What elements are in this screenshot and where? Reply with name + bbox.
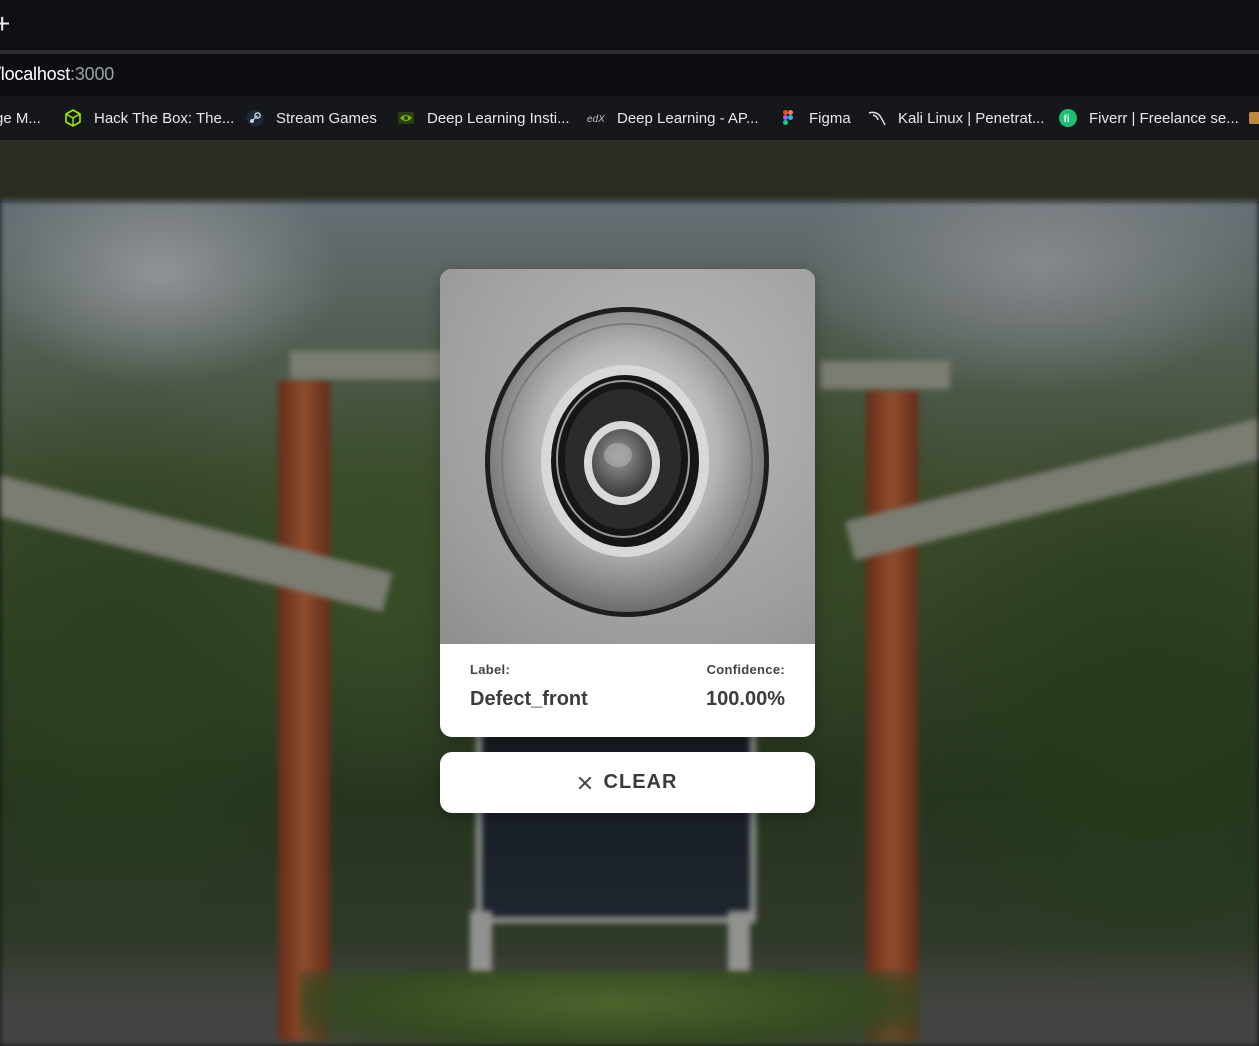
bookmark-fiverr[interactable]: fi Fiverr | Freelance se...: [1059, 96, 1239, 140]
svg-text:fi: fi: [1064, 114, 1070, 125]
clear-button-label: CLEAR: [603, 771, 678, 793]
bookmarks-bar: ge M... Hack The Box: The... Stream Game…: [0, 96, 1259, 140]
bookmark-kali[interactable]: Kali Linux | Penetrat...: [868, 96, 1044, 140]
bookmark-label: Kali Linux | Penetrat...: [898, 109, 1045, 127]
bookmark-steam[interactable]: Stream Games: [246, 96, 377, 140]
svg-text:edX: edX: [587, 114, 605, 125]
app-header-bar: [0, 140, 1259, 201]
confidence-value: 100.00%: [706, 688, 785, 710]
address-bar[interactable]: /localhost:3000: [0, 54, 1259, 96]
label-value: Defect_front: [470, 688, 588, 710]
bookmark-label: Stream Games: [276, 109, 377, 127]
fiverr-icon: fi: [1059, 109, 1077, 127]
label-title: Label:: [470, 662, 511, 677]
new-tab-plus-icon[interactable]: +: [0, 10, 12, 38]
close-icon: [578, 776, 592, 790]
url-host: /localhost: [0, 64, 71, 84]
nvidia-icon: [397, 109, 415, 127]
hackthebox-cube-icon: [64, 109, 82, 127]
bookmark-label: Figma: [809, 109, 851, 127]
bookmark-edx[interactable]: edX Deep Learning - AP...: [587, 96, 759, 140]
edx-icon: edX: [587, 109, 605, 127]
bookmark-icon: [1248, 109, 1259, 127]
bookmark-label: ge M...: [0, 109, 41, 127]
uploaded-image-preview: [440, 269, 815, 644]
bookmark-label: Deep Learning Insti...: [427, 109, 570, 127]
browser-tab-strip: +: [0, 0, 1259, 50]
bookmark-hackthebox[interactable]: Hack The Box: The...: [64, 96, 234, 140]
bookmark-figma[interactable]: Figma: [779, 96, 851, 140]
url-port: :3000: [70, 64, 115, 84]
bookmark-overflow[interactable]: [1248, 96, 1259, 140]
bookmark-nvidia[interactable]: Deep Learning Insti...: [397, 96, 570, 140]
bookmark-label: Deep Learning - AP...: [617, 109, 759, 127]
bookmark-label: Fiverr | Freelance se...: [1089, 109, 1239, 127]
casting-part-image: [485, 307, 769, 617]
confidence-title: Confidence:: [706, 662, 785, 677]
bookmark-label: Hack The Box: The...: [94, 109, 235, 127]
url-text[interactable]: /localhost:3000: [0, 64, 114, 85]
result-card: Label: Confidence: Defect_front 100.00%: [440, 269, 815, 737]
steam-icon: [246, 109, 264, 127]
figma-icon: [779, 109, 797, 127]
clear-button[interactable]: CLEAR: [440, 752, 815, 813]
bookmark-item[interactable]: ge M...: [0, 96, 41, 140]
kali-dragon-icon: [868, 109, 886, 127]
